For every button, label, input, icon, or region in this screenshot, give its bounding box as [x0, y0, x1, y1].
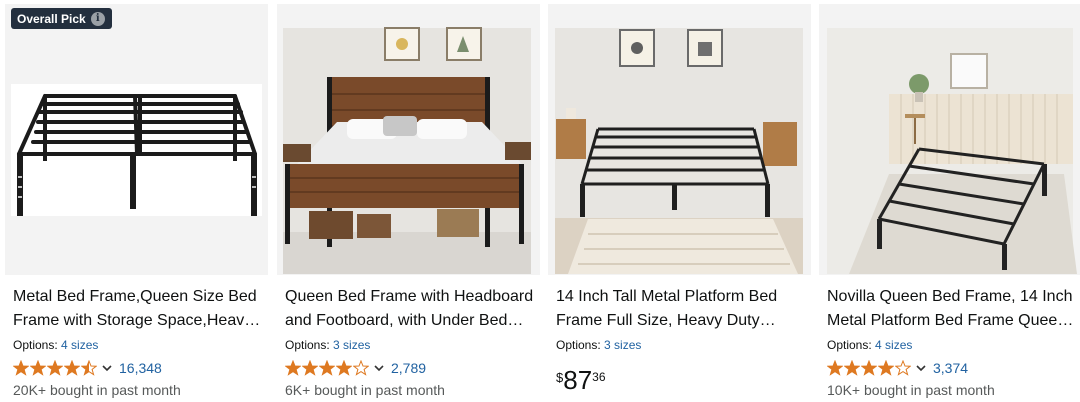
rating-row[interactable]: 3,374 — [827, 360, 968, 376]
chevron-down-icon[interactable] — [915, 362, 927, 374]
price-fraction: 36 — [592, 370, 606, 384]
options-label: Options: — [827, 338, 872, 352]
star-rating[interactable] — [13, 360, 97, 376]
product-title[interactable]: Metal Bed Frame,Queen Size Bed Frame wit… — [13, 285, 263, 333]
star-icon — [353, 360, 369, 376]
star-icon — [285, 360, 301, 376]
product-title[interactable]: Novilla Queen Bed Frame, 14 Inch Metal P… — [827, 285, 1077, 333]
info-icon[interactable]: i — [90, 11, 105, 26]
rating-row[interactable]: 2,789 — [285, 360, 426, 376]
bought-text: 6K+ bought in past month — [285, 382, 445, 398]
product-title-line: Frame Full Size, Heavy Duty… — [556, 312, 776, 329]
star-icon — [30, 360, 46, 376]
star-icon — [336, 360, 352, 376]
product-image[interactable] — [5, 4, 268, 275]
options-row: Options: 3 sizes — [556, 338, 641, 352]
product-title[interactable]: 14 Inch Tall Metal Platform Bed Frame Fu… — [556, 285, 806, 333]
price-symbol: $ — [556, 370, 564, 385]
product-image[interactable] — [548, 4, 811, 275]
star-icon — [81, 360, 97, 376]
product-title-line: and Footboard, with Under Bed… — [285, 312, 524, 329]
options-label: Options: — [556, 338, 601, 352]
star-icon — [861, 360, 877, 376]
product-price[interactable]: $ 87 36 — [556, 366, 606, 394]
price-whole: 87 — [563, 365, 593, 395]
options-row: Options: 4 sizes — [13, 338, 98, 352]
star-icon — [878, 360, 894, 376]
star-icon — [47, 360, 63, 376]
product-title-line: Novilla Queen Bed Frame, 14 Inch — [827, 288, 1073, 305]
product-card[interactable]: Queen Bed Frame with Headboard and Footb… — [277, 4, 540, 402]
star-rating[interactable] — [285, 360, 369, 376]
product-title-line: Metal Bed Frame,Queen Size Bed — [13, 288, 257, 305]
product-image[interactable] — [277, 4, 540, 275]
bought-text: 10K+ bought in past month — [827, 382, 995, 398]
options-sizes-link[interactable]: 3 sizes — [604, 338, 641, 352]
star-rating[interactable] — [827, 360, 911, 376]
badge-label: Overall Pick — [17, 11, 86, 26]
options-row: Options: 3 sizes — [285, 338, 370, 352]
overall-pick-badge[interactable]: Overall Pick i — [11, 8, 112, 29]
product-title[interactable]: Queen Bed Frame with Headboard and Footb… — [285, 285, 535, 333]
product-title-line: Metal Platform Bed Frame Quee… — [827, 312, 1074, 329]
rating-count-link[interactable]: 16,348 — [119, 360, 162, 376]
product-card[interactable]: 14 Inch Tall Metal Platform Bed Frame Fu… — [548, 4, 811, 402]
options-label: Options: — [285, 338, 330, 352]
product-card[interactable]: Overall Pick i Metal Bed Frame,Queen Siz… — [5, 4, 268, 402]
options-row: Options: 4 sizes — [827, 338, 912, 352]
star-icon — [827, 360, 843, 376]
star-icon — [302, 360, 318, 376]
rating-count-link[interactable]: 3,374 — [933, 360, 968, 376]
rating-count-link[interactable]: 2,789 — [391, 360, 426, 376]
star-icon — [64, 360, 80, 376]
options-label: Options: — [13, 338, 58, 352]
bought-text: 20K+ bought in past month — [13, 382, 181, 398]
product-image[interactable] — [819, 4, 1080, 275]
star-icon — [895, 360, 911, 376]
product-title-line: Queen Bed Frame with Headboard — [285, 288, 534, 305]
product-card[interactable]: Novilla Queen Bed Frame, 14 Inch Metal P… — [819, 4, 1080, 402]
star-icon — [319, 360, 335, 376]
chevron-down-icon[interactable] — [373, 362, 385, 374]
product-title-line: Frame with Storage Space,Heav… — [13, 312, 261, 329]
options-sizes-link[interactable]: 4 sizes — [875, 338, 912, 352]
product-results-row: Overall Pick i Metal Bed Frame,Queen Siz… — [0, 0, 1080, 402]
options-sizes-link[interactable]: 4 sizes — [61, 338, 98, 352]
chevron-down-icon[interactable] — [101, 362, 113, 374]
star-icon — [844, 360, 860, 376]
options-sizes-link[interactable]: 3 sizes — [333, 338, 370, 352]
product-title-line: 14 Inch Tall Metal Platform Bed — [556, 288, 778, 305]
rating-row[interactable]: 16,348 — [13, 360, 162, 376]
star-icon — [13, 360, 29, 376]
